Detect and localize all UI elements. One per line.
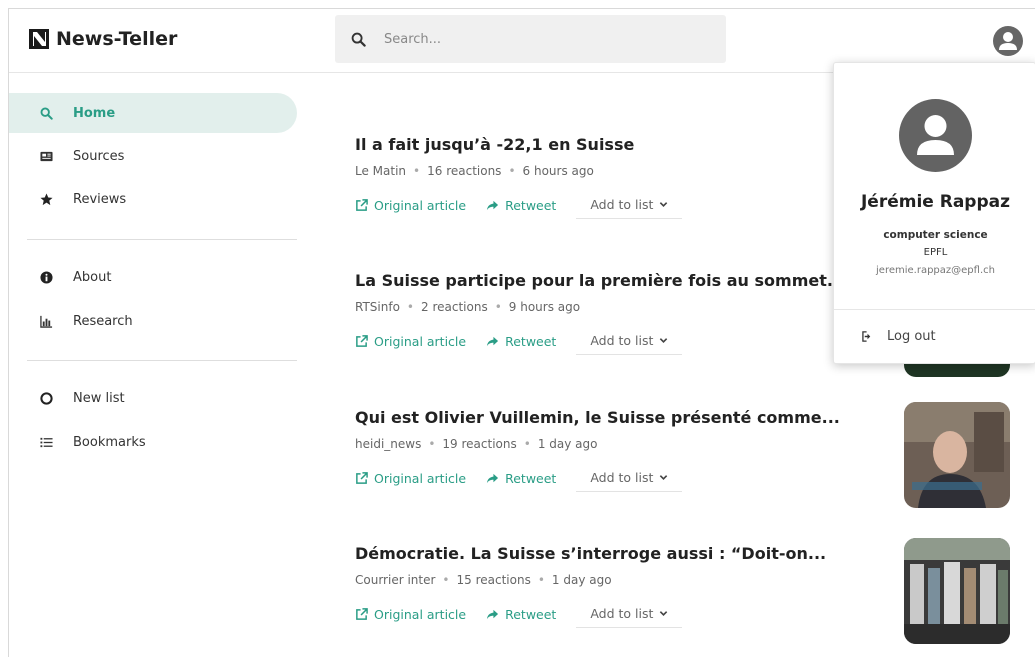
search-icon [40,107,53,120]
user-dropdown-menu: Jérémie Rappaz computer science EPFL jer… [833,62,1035,364]
article-reactions: 2 reactions [421,300,488,314]
add-to-list-dropdown[interactable]: Add to list [576,191,683,219]
sidebar-item-new-list[interactable]: New list [9,378,297,418]
newspaper-icon [39,151,53,161]
info-icon [39,270,53,284]
news-teller-logo-icon [29,29,49,49]
article-title[interactable]: Il a fait jusqu’à -22,1 en Suisse [355,135,634,154]
sidebar-item-reviews[interactable]: Reviews [9,179,297,219]
article-card: Démocratie. La Suisse s’interroge aussi … [355,538,1015,657]
article-photo [904,402,1010,508]
article-time: 1 day ago [537,437,598,451]
article-title[interactable]: Qui est Olivier Vuillemin, le Suisse pré… [355,408,840,427]
search-input[interactable] [384,31,704,47]
article-time: 1 day ago [551,573,612,587]
article-actions: Original article Retweet Add to list [355,464,683,492]
user-email: jeremie.rappaz@epfl.ch [876,265,995,276]
sidebar-item-label: Reviews [73,191,127,207]
sidebar-divider [27,360,297,361]
sidebar: Home Sources Reviews About Research New … [9,73,309,657]
user-organization: EPFL [923,247,948,258]
article-source[interactable]: RTSinfo [355,300,400,314]
article-time: 6 hours ago [522,164,594,178]
user-icon [999,32,1017,50]
star-icon [39,192,53,205]
article-thumbnail[interactable] [904,538,1010,644]
retweet-button[interactable]: Retweet [486,471,556,486]
user-department: computer science [883,229,988,241]
external-link-icon [356,334,368,347]
sidebar-item-bookmarks[interactable]: Bookmarks [9,422,297,462]
search-bar [335,15,726,63]
sidebar-item-label: Research [73,313,133,329]
add-to-list-dropdown[interactable]: Add to list [576,600,683,628]
retweet-button[interactable]: Retweet [486,334,556,349]
share-arrow-icon [487,336,499,346]
retweet-button[interactable]: Retweet [486,607,556,622]
external-link-icon [356,198,368,211]
add-to-list-dropdown[interactable]: Add to list [576,327,683,355]
share-arrow-icon [487,200,499,210]
avatar [899,99,972,172]
sign-out-icon [862,331,871,342]
original-article-link[interactable]: Original article [355,471,466,486]
sidebar-item-label: New list [73,390,125,406]
app-window: News-Teller Home [8,8,1035,657]
list-icon [39,437,53,447]
article-meta: heidi_news • 19 reactions • 1 day ago [355,437,598,451]
sidebar-item-label: About [73,269,112,285]
user-name: Jérémie Rappaz [860,192,1011,212]
article-thumbnail[interactable] [904,402,1010,508]
chart-icon [39,315,52,328]
share-arrow-icon [487,473,499,483]
sidebar-item-sources[interactable]: Sources [9,136,297,176]
sidebar-item-about[interactable]: About [9,257,297,297]
original-article-link[interactable]: Original article [355,334,466,349]
retweet-button[interactable]: Retweet [486,198,556,213]
article-meta: Courrier inter • 15 reactions • 1 day ago [355,573,612,587]
share-arrow-icon [487,609,499,619]
original-article-link[interactable]: Original article [355,198,466,213]
external-link-icon [356,607,368,620]
original-article-link[interactable]: Original article [355,607,466,622]
sidebar-item-label: Home [73,105,116,121]
article-reactions: 16 reactions [427,164,502,178]
sidebar-item-label: Sources [73,148,125,164]
article-photo [904,538,1010,644]
logout-button[interactable]: Log out [862,329,936,344]
search-icon [351,32,366,47]
user-menu-button[interactable] [993,26,1023,56]
article-card: Qui est Olivier Vuillemin, le Suisse pré… [355,402,1015,538]
article-title[interactable]: La Suisse participe pour la première foi… [355,271,845,290]
chevron-down-icon [660,338,668,343]
chevron-down-icon [660,611,668,616]
article-source[interactable]: heidi_news [355,437,421,451]
article-reactions: 15 reactions [456,573,531,587]
article-meta: RTSinfo • 2 reactions • 9 hours ago [355,300,581,314]
article-time: 9 hours ago [508,300,581,314]
article-actions: Original article Retweet Add to list [355,600,683,628]
sidebar-item-label: Bookmarks [73,434,146,450]
logo[interactable]: News-Teller [29,28,177,50]
sidebar-item-research[interactable]: Research [9,301,297,341]
sidebar-divider [27,239,297,240]
add-to-list-dropdown[interactable]: Add to list [576,464,683,492]
plus-circle-icon [39,391,53,405]
external-link-icon [356,471,368,484]
sidebar-item-home[interactable]: Home [9,93,297,133]
user-icon [917,115,954,155]
chevron-down-icon [660,202,668,207]
dropdown-divider [834,309,1035,310]
article-actions: Original article Retweet Add to list [355,191,683,219]
chevron-down-icon [660,475,668,480]
article-reactions: 19 reactions [442,437,517,451]
article-source[interactable]: Courrier inter [355,573,435,587]
article-meta: Le Matin • 16 reactions • 6 hours ago [355,164,594,178]
article-source[interactable]: Le Matin [355,164,406,178]
article-actions: Original article Retweet Add to list [355,327,683,355]
app-name: News-Teller [56,28,178,50]
article-title[interactable]: Démocratie. La Suisse s’interroge aussi … [355,544,826,563]
